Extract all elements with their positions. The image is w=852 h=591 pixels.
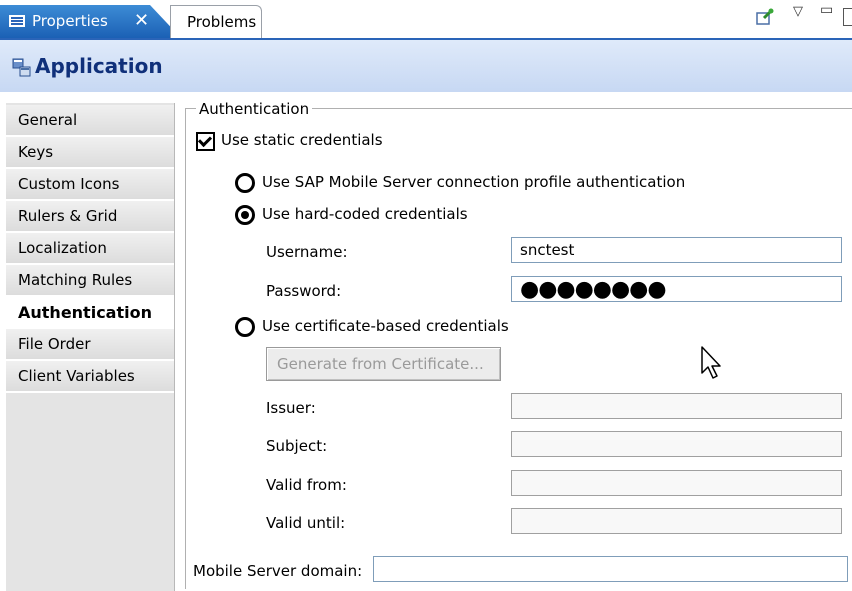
use-static-credentials-checkbox[interactable] (196, 132, 215, 151)
sidebar-item-localization[interactable]: Localization (6, 233, 174, 265)
username-field[interactable]: snctest (511, 237, 842, 263)
subject-field[interactable] (511, 431, 842, 457)
tab-problems[interactable]: Problems (170, 5, 262, 39)
tab-properties[interactable]: Properties ✕ (0, 5, 182, 39)
sidebar-item-matching-rules[interactable]: Matching Rules (6, 265, 174, 297)
properties-icon (9, 15, 25, 27)
profile-auth-radio[interactable] (235, 173, 255, 193)
sidebar-item-label: Authentication (18, 303, 152, 322)
valid-until-label: Valid until: (266, 514, 346, 532)
valid-until-field[interactable] (511, 508, 842, 534)
close-icon[interactable]: ✕ (134, 10, 149, 31)
mouse-pointer-icon (701, 346, 721, 379)
sidebar-item-label: Localization (18, 239, 107, 257)
pin-icon[interactable] (756, 8, 774, 26)
password-field[interactable]: ●●●●●●●● (511, 276, 842, 302)
issuer-field[interactable] (511, 393, 842, 419)
sidebar-item-label: General (18, 111, 78, 129)
generate-button-label: Generate from Certificate... (277, 355, 484, 373)
page-title: Application (35, 54, 163, 78)
use-static-credentials-label: Use static credentials (221, 131, 383, 149)
valid-from-field[interactable] (511, 470, 842, 496)
chevron-down-icon[interactable]: ▽ (793, 4, 803, 19)
sidebar-item-label: Keys (18, 143, 54, 161)
properties-sidebar: General Keys Custom Icons Rulers & Grid … (6, 103, 175, 591)
sidebar-item-label: Custom Icons (18, 175, 120, 193)
sidebar-item-custom-icons[interactable]: Custom Icons (6, 169, 174, 201)
mobile-server-domain-label: Mobile Server domain: (193, 562, 363, 580)
hardcoded-credentials-radio[interactable] (235, 205, 255, 225)
generate-from-certificate-button[interactable]: Generate from Certificate... (266, 347, 501, 381)
sidebar-item-keys[interactable]: Keys (6, 137, 174, 169)
application-icon (12, 58, 31, 77)
password-value: ●●●●●●●● (520, 277, 667, 302)
profile-auth-label: Use SAP Mobile Server connection profile… (262, 173, 686, 191)
tab-problems-label: Problems (187, 13, 257, 31)
minimize-icon[interactable]: ▭ (820, 2, 833, 18)
password-label: Password: (266, 282, 342, 300)
sidebar-item-general[interactable]: General (6, 105, 174, 137)
sidebar-item-label: Client Variables (18, 367, 135, 385)
subject-label: Subject: (266, 437, 328, 455)
valid-from-label: Valid from: (266, 476, 347, 494)
certificate-credentials-radio[interactable] (235, 317, 255, 337)
sidebar-item-file-order[interactable]: File Order (6, 329, 174, 361)
username-label: Username: (266, 243, 348, 261)
certificate-credentials-label: Use certificate-based credentials (262, 317, 509, 335)
sidebar-item-label: Rulers & Grid (18, 207, 118, 225)
tab-properties-label: Properties (32, 12, 108, 30)
sidebar-item-label: File Order (18, 335, 91, 353)
group-title: Authentication (196, 100, 313, 118)
sidebar-item-client-variables[interactable]: Client Variables (6, 361, 174, 393)
issuer-label: Issuer: (266, 399, 316, 417)
mobile-server-domain-field[interactable] (373, 556, 848, 582)
username-value: snctest (520, 241, 575, 259)
sidebar-item-label: Matching Rules (18, 271, 133, 289)
sidebar-item-authentication[interactable]: Authentication (6, 297, 174, 329)
sidebar-item-rulers-grid[interactable]: Rulers & Grid (6, 201, 174, 233)
hardcoded-credentials-label: Use hard-coded credentials (262, 205, 468, 223)
maximize-icon[interactable] (843, 8, 852, 26)
